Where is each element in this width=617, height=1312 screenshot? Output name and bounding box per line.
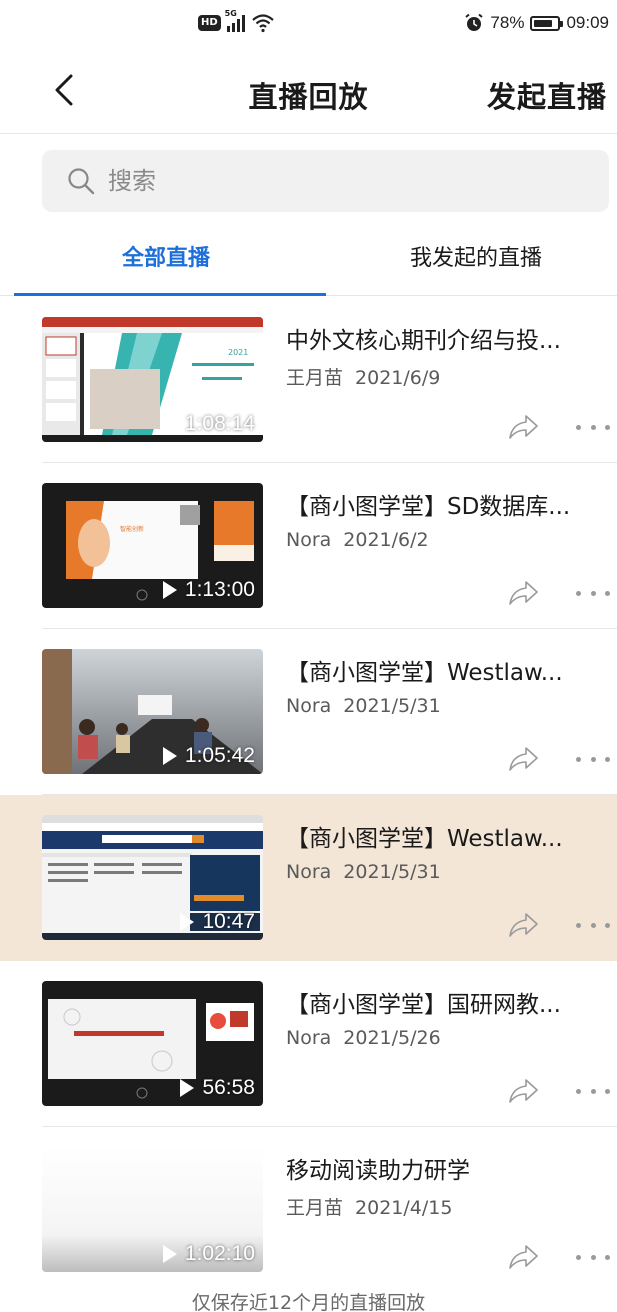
play-icon <box>180 1079 195 1097</box>
battery-icon <box>530 15 564 31</box>
replay-meta: Nora 2021/5/31 <box>286 861 441 883</box>
video-thumbnail[interactable]: 56:58 <box>42 981 263 1106</box>
list-item[interactable]: 智能创新 1:13:00 【商小图学堂】SD数据库... Nora 2021/6/… <box>0 463 617 629</box>
host-name: Nora <box>286 529 332 551</box>
more-options-icon[interactable] <box>576 1245 610 1269</box>
nav-bar: 直播回放 发起直播 <box>0 46 617 134</box>
replay-date: 2021/5/31 <box>343 861 441 883</box>
list-item[interactable]: 56:58 【商小图学堂】国研网教... Nora 2021/5/26 <box>0 961 617 1127</box>
video-thumbnail[interactable]: 2021 1:08:14 <box>42 317 263 442</box>
host-name: Nora <box>286 1027 332 1049</box>
video-thumbnail[interactable]: 1:02:10 <box>42 1147 263 1272</box>
list-item-highlighted[interactable]: 10:47 【商小图学堂】Westlaw... Nora 2021/5/31 <box>0 795 617 961</box>
replay-meta: 王月苗 2021/4/15 <box>286 1193 452 1220</box>
video-thumbnail[interactable]: 智能创新 1:13:00 <box>42 483 263 608</box>
search-bar[interactable] <box>42 150 609 212</box>
wifi-icon <box>251 14 274 33</box>
duration-label: 1:08:14 <box>162 412 255 436</box>
replay-meta: Nora 2021/5/31 <box>286 695 441 717</box>
play-icon <box>162 415 177 433</box>
network-label: 5G <box>224 9 237 18</box>
more-options-icon[interactable] <box>576 1079 610 1103</box>
duration-label: 1:13:00 <box>162 578 255 602</box>
tab-my-live[interactable]: 我发起的直播 <box>410 240 542 272</box>
tab-all-live[interactable]: 全部直播 <box>122 240 210 272</box>
host-name: Nora <box>286 695 332 717</box>
status-left: HD 5G <box>198 9 275 36</box>
play-icon <box>162 1245 177 1263</box>
replay-date: 2021/5/31 <box>343 695 441 717</box>
more-options-icon[interactable] <box>576 415 610 439</box>
status-right: 78% 09:09 <box>464 10 609 36</box>
host-name: 王月苗 <box>286 367 344 389</box>
replay-date: 2021/4/15 <box>355 1197 453 1219</box>
play-icon <box>162 581 177 599</box>
share-icon[interactable] <box>506 412 540 442</box>
replay-title[interactable]: 【商小图学堂】国研网教... <box>286 985 606 1019</box>
replay-title[interactable]: 【商小图学堂】Westlaw... <box>286 653 606 687</box>
battery-percent: 78% <box>490 13 525 32</box>
replay-meta: Nora 2021/5/26 <box>286 1027 441 1049</box>
duration-label: 56:58 <box>180 1076 255 1100</box>
replay-title[interactable]: 【商小图学堂】SD数据库... <box>286 487 606 521</box>
share-icon[interactable] <box>506 744 540 774</box>
video-thumbnail[interactable]: 10:47 <box>42 815 263 940</box>
retention-note: 仅保存近12个月的直播回放 <box>191 1292 426 1312</box>
alarm-icon <box>465 13 484 31</box>
duration-label: 1:05:42 <box>162 744 255 768</box>
signal-icon: 5G <box>225 9 245 32</box>
hd-badge: HD <box>198 15 221 31</box>
more-options-icon[interactable] <box>576 913 610 937</box>
duration-label: 1:02:10 <box>162 1242 255 1266</box>
replay-date: 2021/5/26 <box>343 1027 441 1049</box>
host-name: Nora <box>286 861 332 883</box>
share-icon[interactable] <box>506 578 540 608</box>
svg-text:智能创新: 智能创新 <box>120 525 144 533</box>
replay-meta: 王月苗 2021/6/9 <box>286 363 440 390</box>
replay-meta: Nora 2021/6/2 <box>286 529 429 551</box>
replay-date: 2021/6/9 <box>355 367 441 389</box>
clock: 09:09 <box>566 13 609 32</box>
share-icon[interactable] <box>506 1076 540 1106</box>
video-thumbnail[interactable]: 1:05:42 <box>42 649 263 774</box>
svg-text:2021: 2021 <box>228 348 248 357</box>
replay-date: 2021/6/2 <box>343 529 429 551</box>
list-item[interactable]: 1:02:10 移动阅读助力研学 王月苗 2021/4/15 <box>0 1127 617 1293</box>
more-options-icon[interactable] <box>576 581 610 605</box>
replay-title[interactable]: 移动阅读助力研学 <box>286 1151 606 1185</box>
list-item[interactable]: 2021 1:08:14 中外文核心期刊介绍与投... 王月苗 2021/6/9 <box>0 297 617 463</box>
search-icon <box>68 168 95 195</box>
more-options-icon[interactable] <box>576 747 610 771</box>
search-input[interactable] <box>108 167 508 195</box>
share-icon[interactable] <box>506 1242 540 1272</box>
replay-title[interactable]: 中外文核心期刊介绍与投... <box>286 321 606 355</box>
host-name: 王月苗 <box>286 1197 344 1219</box>
replay-list: 2021 1:08:14 中外文核心期刊介绍与投... 王月苗 2021/6/9 <box>0 297 617 1293</box>
start-live-button[interactable]: 发起直播 <box>487 74 607 116</box>
duration-label: 10:47 <box>180 910 255 934</box>
list-item[interactable]: 1:05:42 【商小图学堂】Westlaw... Nora 2021/5/31 <box>0 629 617 795</box>
share-icon[interactable] <box>506 910 540 940</box>
replay-title[interactable]: 【商小图学堂】Westlaw... <box>286 819 606 853</box>
play-icon <box>162 747 177 765</box>
tab-bar: 全部直播 我发起的直播 <box>0 222 617 296</box>
tab-indicator <box>14 293 326 296</box>
status-bar: HD 5G 78% 09:09 <box>0 0 617 46</box>
play-icon <box>180 913 195 931</box>
